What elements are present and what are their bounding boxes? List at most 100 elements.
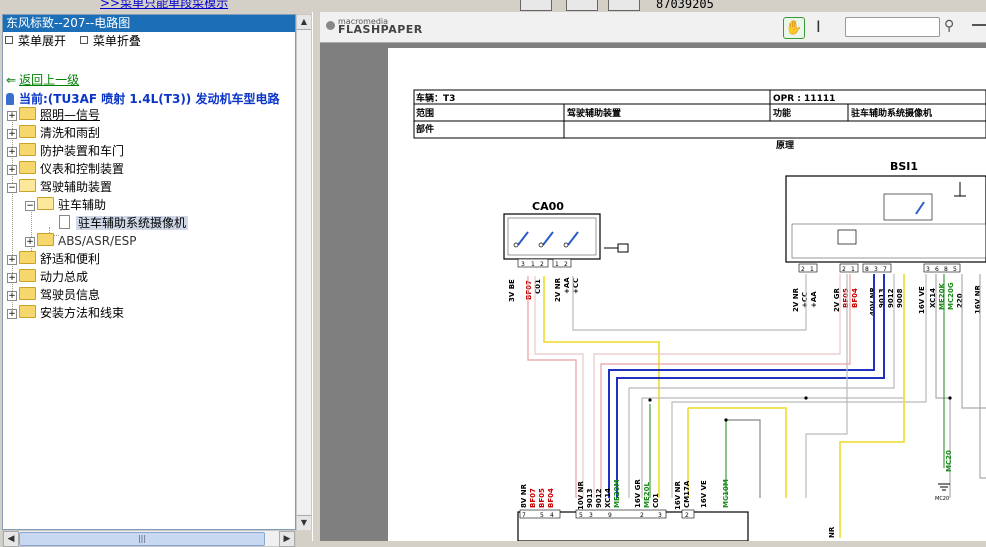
flashpaper-logo: macromedia FLASHPAPER: [326, 18, 423, 35]
back-arrow-icon: ⇐: [6, 73, 17, 87]
svg-text:220: 220: [956, 293, 964, 308]
svg-text:3: 3: [589, 512, 593, 519]
bsi1-pins: 2 1 2 1 8 3 7 3 6 8 5: [798, 263, 961, 273]
folder-icon: [19, 161, 36, 174]
svg-text:9013: 9013: [586, 488, 594, 508]
expand-icon[interactable]: +: [7, 309, 17, 319]
scroll-up-icon[interactable]: ▲: [297, 15, 311, 30]
tree-item-lighting[interactable]: + 照明—信号: [7, 107, 100, 124]
svg-text:BF04: BF04: [547, 488, 555, 508]
scroll-right-icon[interactable]: ▶: [279, 531, 295, 547]
tree-item-comfort[interactable]: + 舒适和便利: [7, 251, 100, 268]
tree-item-installation[interactable]: + 安装方法和线束: [7, 305, 124, 322]
svg-text:16V GR: 16V GR: [634, 479, 642, 508]
folder-icon: [19, 287, 36, 300]
navigation-pane: 东风标致--207--电路图 菜单展开 菜单折叠 ⇐ 返回上一级 当前:(TU3A…: [0, 12, 312, 547]
ground-symbol-icon: [938, 483, 950, 491]
tree-item-abs-asr-esp[interactable]: + ABS/ASR/ESP: [25, 233, 137, 250]
expand-icon[interactable]: +: [7, 111, 17, 121]
scrollbar-thumb[interactable]: |||: [19, 532, 265, 546]
tree-item-wash-wipe[interactable]: + 清洗和雨刮: [7, 125, 100, 142]
svg-text:3V BE: 3V BE: [508, 279, 516, 302]
tree-item-protection-doors[interactable]: + 防护装置和车门: [7, 143, 124, 160]
bsi1-box: [785, 175, 986, 263]
tree-vertical-scrollbar[interactable]: ▲ ▼: [296, 14, 312, 530]
hand-tool-icon[interactable]: ✋: [783, 17, 805, 39]
svg-text:C01: C01: [652, 493, 660, 508]
tree-item-driving-assist[interactable]: − 驾驶辅助装置: [7, 179, 112, 196]
svg-text:7: 7: [522, 512, 526, 519]
search-input[interactable]: [845, 17, 940, 37]
ignition-key-icon: [604, 243, 629, 253]
search-icon[interactable]: ⚲: [944, 18, 954, 34]
open-folder-icon: [19, 179, 36, 192]
bsi1-label: BSI1: [890, 160, 918, 173]
svg-text:5: 5: [579, 512, 583, 519]
svg-text:ME20L: ME20L: [643, 482, 651, 508]
document-viewer: macromedia FLASHPAPER ✋ I ⚲ 车辆：T3 OPR : …: [320, 12, 986, 541]
top-link[interactable]: >>菜单只能单段菜模示: [100, 0, 228, 11]
tree-item-driver-info[interactable]: + 驾驶员信息: [7, 287, 100, 304]
svg-text:2: 2: [564, 261, 568, 268]
tree-menubar: 菜单展开 菜单折叠: [3, 32, 295, 50]
svg-text:5: 5: [953, 266, 957, 273]
expand-icon[interactable]: +: [25, 237, 35, 247]
expand-icon[interactable]: +: [7, 147, 17, 157]
ca00-label: CA00: [532, 200, 564, 213]
expand-all-button[interactable]: 菜单展开: [5, 32, 66, 50]
svg-text:16V NR: 16V NR: [674, 481, 682, 510]
toolbar-button[interactable]: [608, 0, 640, 11]
svg-text:3: 3: [874, 266, 878, 273]
expand-icon[interactable]: +: [7, 165, 17, 175]
toolbar-button[interactable]: [566, 0, 598, 11]
text-select-icon[interactable]: I: [816, 17, 821, 37]
document-icon: [59, 215, 70, 229]
tree-item-instruments[interactable]: + 仪表和控制装置: [7, 161, 124, 178]
header-function-label: 功能: [773, 107, 791, 119]
svg-text:CM17A: CM17A: [683, 480, 691, 508]
svg-text:+CC: +CC: [801, 292, 809, 308]
folder-icon: [19, 251, 36, 264]
header-opr: OPR : 11111: [773, 94, 835, 104]
folder-icon: [19, 107, 36, 120]
svg-text:MC20G: MC20G: [947, 282, 955, 310]
pin-icon: [6, 93, 14, 105]
collapse-icon[interactable]: −: [25, 201, 35, 211]
svg-text:ME20M: ME20M: [613, 480, 621, 508]
expand-icon[interactable]: +: [7, 129, 17, 139]
expand-icon[interactable]: +: [7, 273, 17, 283]
number-readout: 87039205: [656, 0, 714, 11]
expand-icon[interactable]: +: [7, 291, 17, 301]
toolbar-button[interactable]: [520, 0, 552, 11]
tree-item-parking-camera[interactable]: 驻车辅助系统摄像机: [59, 215, 189, 232]
tree-horizontal-scrollbar[interactable]: ◀ ||| ▶: [2, 530, 296, 547]
svg-text:XC14: XC14: [604, 488, 612, 508]
svg-text:2: 2: [540, 261, 544, 268]
svg-text:2V NR: 2V NR: [792, 287, 800, 312]
logo-mark-icon: [326, 21, 335, 30]
collapse-icon[interactable]: −: [7, 183, 17, 193]
top-strip: >>菜单只能单段菜模示 87039205: [0, 0, 986, 12]
svg-text:8: 8: [865, 266, 869, 273]
svg-text:BF07: BF07: [525, 280, 533, 300]
scroll-down-icon[interactable]: ▼: [297, 515, 311, 530]
tree-item-powertrain[interactable]: + 动力总成: [7, 269, 88, 286]
header-vehicle: 车辆：T3: [416, 92, 455, 104]
section-title: 原理: [776, 140, 794, 151]
tree-item-parking-assist[interactable]: − 驻车辅助: [25, 197, 106, 214]
scroll-left-icon[interactable]: ◀: [3, 531, 19, 547]
svg-text:9: 9: [608, 512, 612, 519]
svg-text:5: 5: [540, 512, 544, 519]
expand-icon[interactable]: +: [7, 255, 17, 265]
collapse-all-button[interactable]: 菜单折叠: [79, 32, 141, 50]
expand-icon: [5, 36, 13, 44]
svg-text:16V NR: 16V NR: [974, 285, 982, 314]
back-link[interactable]: ⇐ 返回上一级: [6, 71, 79, 88]
svg-text:1: 1: [531, 261, 535, 268]
menu-icon[interactable]: [972, 24, 986, 26]
svg-text:10V NR: 10V NR: [577, 481, 585, 510]
open-folder-icon: [37, 197, 54, 210]
svg-text:BF07: BF07: [529, 488, 537, 508]
svg-text:16V VE: 16V VE: [700, 480, 708, 508]
svg-text:6: 6: [935, 266, 939, 273]
